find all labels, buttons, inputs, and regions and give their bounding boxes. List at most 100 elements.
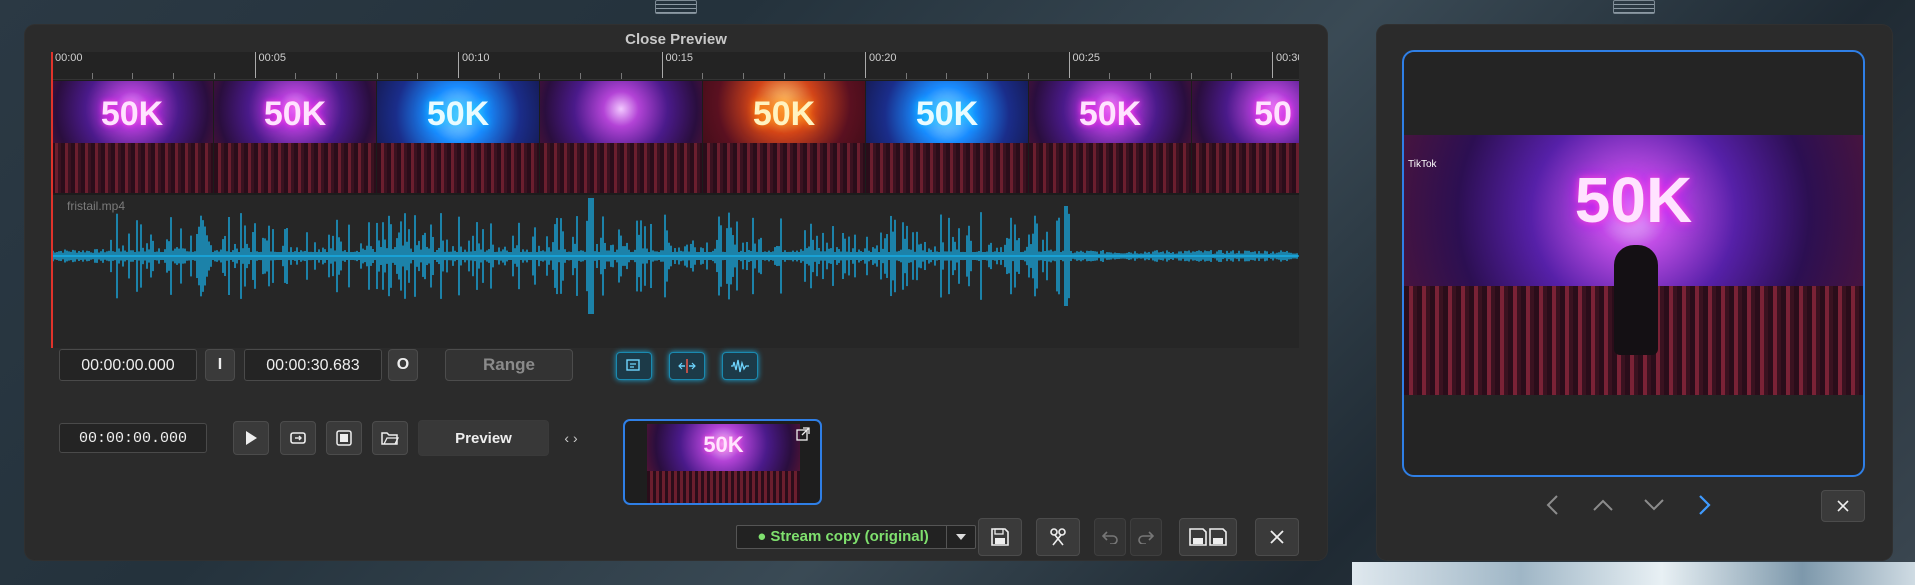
move-down-icon[interactable]	[1639, 490, 1669, 520]
ruler-minor-tick	[91, 73, 93, 79]
playhead[interactable]	[51, 52, 53, 348]
thumbnail-strip: 50K 50K 50K 50K 50K 50K 50THANK	[51, 81, 1299, 193]
timeline-thumbnail-text: 50K	[915, 95, 979, 133]
close-editor-button[interactable]	[1255, 518, 1299, 556]
ruler-tick-label: 00:20	[865, 52, 897, 78]
open-folder-button[interactable]	[372, 421, 408, 455]
ruler-minor-tick	[417, 73, 419, 79]
ruler-minor-tick	[987, 73, 989, 79]
mini-preview-image: 50K	[647, 424, 800, 503]
editor-drag-handle[interactable]	[655, 0, 697, 14]
waveform-toggle-icon[interactable]	[722, 352, 758, 380]
viewer-frame[interactable]: TikTok 50K	[1402, 50, 1865, 477]
set-out-button[interactable]: O	[388, 349, 418, 381]
timeline-thumbnail: 50K	[377, 81, 539, 193]
ruler-tick-label: 00:10	[458, 52, 490, 78]
save-icon	[991, 528, 1009, 546]
ruler-minor-tick	[1149, 73, 1151, 79]
expand-brackets-icon[interactable]: ‹ ›	[561, 425, 581, 451]
close-preview-title[interactable]: Close Preview	[25, 31, 1327, 48]
timeline-thumbnail-text: 50K	[263, 95, 327, 133]
timeline[interactable]: 00:0000:0500:1000:1500:2000:2500:30 50K5…	[51, 52, 1299, 348]
undo-icon	[1102, 531, 1118, 544]
next-icon[interactable]	[1690, 490, 1720, 520]
ruler-minor-tick	[1027, 73, 1029, 79]
close-viewer-button[interactable]	[1821, 490, 1865, 522]
ruler-minor-tick	[376, 73, 378, 79]
ruler-minor-tick	[742, 73, 744, 79]
ruler-minor-tick	[539, 73, 541, 79]
audio-track[interactable]: fristail.mp4	[51, 195, 1299, 348]
viewer-image: TikTok 50K	[1404, 135, 1863, 395]
copy-to-clipboard-icon[interactable]	[616, 352, 652, 380]
range-button[interactable]: Range	[445, 349, 573, 381]
background-ice	[1352, 562, 1915, 585]
stop-icon	[336, 430, 352, 446]
split-at-playhead-icon[interactable]	[669, 352, 705, 380]
stop-button[interactable]	[326, 421, 362, 455]
timeline-thumbnail-text: 50K	[1078, 95, 1142, 133]
play-button[interactable]	[233, 421, 269, 455]
scissors-icon	[1050, 528, 1066, 546]
ruler-tick-label: 00:05	[254, 52, 286, 78]
ruler-minor-tick	[702, 73, 704, 79]
viewer-panel: TikTok 50K	[1377, 25, 1892, 560]
ruler-tick-label: 00:25	[1068, 52, 1100, 78]
ruler-minor-tick	[946, 73, 948, 79]
set-in-button[interactable]: I	[205, 349, 235, 381]
timeline-thumbnail-text: 50	[1254, 95, 1292, 133]
close-icon	[1270, 530, 1284, 544]
close-icon	[1837, 500, 1849, 512]
ruler-minor-tick	[335, 73, 337, 79]
previous-icon[interactable]	[1537, 490, 1567, 520]
ruler-minor-tick	[1231, 73, 1233, 79]
timeline-thumbnail-text: 50K	[752, 95, 816, 133]
ruler-minor-tick	[905, 73, 907, 79]
time-ruler[interactable]: 00:00 00:05 00:10 00:15 00:20 00:25 00:30	[51, 52, 1299, 80]
ruler-minor-tick	[498, 73, 500, 79]
folder-open-icon	[381, 432, 399, 445]
editor-panel: Close Preview 00:00 00:05 00:10 00:15 00:20 0…	[25, 25, 1327, 560]
cut-button[interactable]	[1036, 518, 1080, 556]
viewer-drag-handle[interactable]	[1613, 0, 1655, 14]
ruler-minor-tick	[783, 73, 785, 79]
chevron-down-icon[interactable]	[946, 526, 975, 548]
timeline-thumbnail: 50K	[703, 81, 865, 193]
popout-icon[interactable]	[796, 427, 810, 441]
mini-preview[interactable]: 50K	[623, 419, 822, 505]
ruler-minor-tick	[1109, 73, 1111, 79]
encode-mode-value: ● Stream copy (original)	[757, 528, 929, 545]
ruler-tick-label: 00:30	[1272, 52, 1299, 78]
ruler-minor-tick	[173, 73, 175, 79]
save-all-icon	[1189, 528, 1227, 546]
timeline-thumbnail: 50K	[214, 81, 376, 193]
timeline-thumbnail-text: 50K	[426, 95, 490, 133]
audio-waveform	[51, 198, 1299, 314]
viewer-image-text: 50K	[1574, 164, 1693, 236]
redo-button[interactable]	[1130, 518, 1162, 556]
timeline-thumbnail	[540, 81, 702, 193]
save-all-button[interactable]	[1179, 518, 1237, 556]
loop-button[interactable]	[280, 421, 316, 455]
undo-button[interactable]	[1094, 518, 1126, 556]
play-icon	[246, 431, 257, 445]
timeline-thumbnail: 50THANK	[1192, 81, 1299, 193]
ruler-minor-tick	[580, 73, 582, 79]
ruler-minor-tick	[1190, 73, 1192, 79]
current-position-field[interactable]: 00:00:00.000	[59, 423, 207, 453]
timeline-thumbnail: 50K	[866, 81, 1028, 193]
ruler-minor-tick	[213, 73, 215, 79]
redo-icon	[1138, 531, 1154, 544]
loop-icon	[290, 432, 306, 444]
save-button[interactable]	[978, 518, 1022, 556]
in-time-field[interactable]: 00:00:00.000	[59, 349, 197, 381]
encode-mode-select[interactable]: ● Stream copy (original)	[736, 525, 976, 549]
out-time-field[interactable]: 00:00:30.683	[244, 349, 382, 381]
ruler-minor-tick	[295, 73, 297, 79]
timeline-thumbnail-text: 50K	[100, 95, 164, 133]
preview-button[interactable]: Preview	[418, 420, 549, 456]
ruler-minor-tick	[824, 73, 826, 79]
mini-preview-image-text: 50K	[703, 432, 744, 457]
timeline-thumbnail: 50K	[1029, 81, 1191, 193]
move-up-icon[interactable]	[1588, 490, 1618, 520]
